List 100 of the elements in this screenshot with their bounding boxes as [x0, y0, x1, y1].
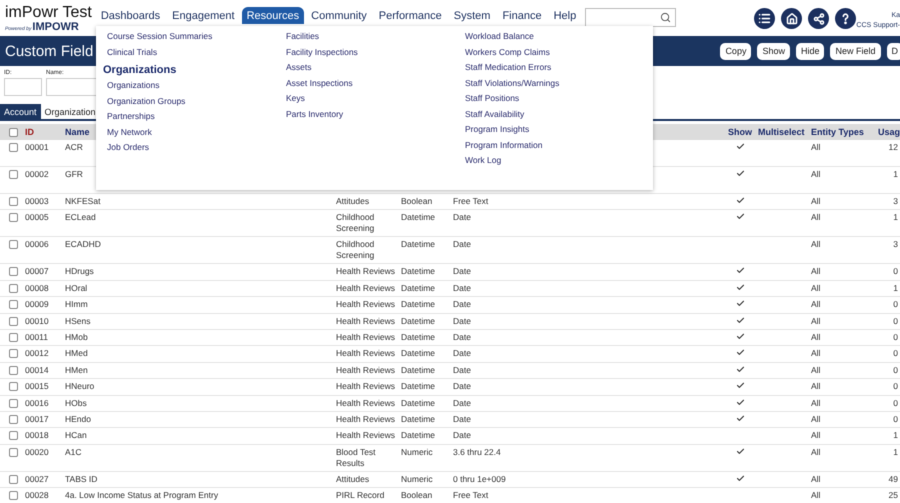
menu-item[interactable]: Workload Balance	[465, 29, 534, 44]
table-cell-text: Date	[452, 299, 471, 310]
row-checkbox[interactable]	[9, 332, 18, 342]
table-cell-text: 3	[892, 196, 899, 207]
column-header[interactable]: Show	[725, 127, 752, 137]
nav-menu-item[interactable]: Finance	[497, 7, 547, 24]
row-checkbox[interactable]	[9, 431, 18, 440]
table-cell-text: 00018	[24, 430, 49, 442]
column-header[interactable]: ID	[22, 127, 34, 137]
table-cell-text: 0	[892, 316, 899, 327]
table-cell-text: Health Reviews	[335, 364, 396, 376]
table-cell-text: All	[810, 474, 820, 485]
menu-item[interactable]: Assets	[286, 60, 312, 76]
menu-item[interactable]: Asset Inspections	[286, 76, 353, 91]
row-checkbox[interactable]	[9, 366, 18, 375]
menu-item[interactable]: Staff Violations/Warnings	[465, 76, 560, 91]
table-cell-text: 00020	[24, 446, 49, 458]
row-checkbox[interactable]	[9, 316, 18, 326]
row-checkbox[interactable]	[9, 349, 18, 358]
nav-menu-item[interactable]: Engagement	[167, 7, 240, 24]
table-cell-text: Date	[452, 381, 471, 392]
table-cell-text: 3.6 thru 22.4	[452, 446, 501, 458]
menu-item[interactable]: My Network	[107, 124, 152, 140]
table-cell-text: 1	[892, 446, 899, 458]
table-cell-text: 25	[888, 490, 899, 502]
nav-menu-item[interactable]: Help	[548, 7, 582, 24]
row-checkbox[interactable]	[9, 240, 18, 250]
nav-menu-item[interactable]: Community	[306, 7, 372, 24]
menu-item[interactable]: Staff Medication Errors	[465, 60, 552, 76]
menu-item[interactable]: Program Information	[465, 138, 542, 153]
row-checkbox[interactable]	[9, 491, 18, 500]
menu-item[interactable]: Workers Comp Claims	[465, 44, 550, 60]
menu-item[interactable]: Program Insights	[465, 122, 530, 138]
nav-menu-item[interactable]: System	[448, 7, 496, 24]
brand-logo: IMPOWR	[32, 22, 79, 33]
table-cell-text: Health Reviews	[335, 381, 396, 392]
table-cell-text: All	[810, 142, 820, 153]
table-cell-text: HCan	[64, 430, 87, 442]
filter-input[interactable]	[4, 78, 42, 96]
menu-item[interactable]: Parts Inventory	[286, 106, 344, 122]
menu-item[interactable]: Keys	[286, 91, 305, 106]
menu-item[interactable]: Facilities	[286, 29, 320, 44]
row-checkbox[interactable]	[9, 474, 18, 484]
row-checkbox[interactable]	[9, 300, 18, 310]
nav-menu-item[interactable]: Dashboards	[96, 7, 166, 24]
row-checkbox[interactable]	[9, 213, 18, 222]
menu-item[interactable]: Facility Inspections	[286, 44, 358, 60]
row-checkbox[interactable]	[9, 197, 18, 206]
row-checkbox[interactable]	[9, 398, 18, 408]
table-cell-text: Datetime	[400, 282, 436, 294]
toolbar-button[interactable]: Copy	[720, 42, 752, 60]
table-cell-text: 12	[888, 142, 899, 153]
table-cell-text: All	[810, 212, 820, 224]
toolbar-button[interactable]: New Field	[830, 42, 880, 60]
nav-menu-item[interactable]: Resources	[242, 7, 304, 24]
table-cell-text: Numeric	[400, 474, 433, 485]
column-header[interactable]: Entity Types	[808, 127, 864, 137]
column-header[interactable]: Usag	[875, 127, 900, 137]
menu-item[interactable]: Work Log	[465, 153, 502, 168]
home-icon[interactable]	[781, 8, 802, 29]
row-checkbox[interactable]	[9, 143, 18, 152]
table-cell-text: All	[810, 348, 820, 360]
table-cell-text: HObs	[64, 398, 87, 409]
toolbar-button[interactable]: D	[886, 42, 900, 60]
menu-item[interactable]: Organizations	[107, 78, 160, 94]
menu-item[interactable]: Organization Groups	[107, 94, 186, 109]
column-header[interactable]: Multiselect	[755, 127, 805, 137]
row-checkbox[interactable]	[9, 414, 18, 424]
share-icon[interactable]	[808, 8, 830, 29]
table-cell-text: Datetime	[400, 381, 436, 392]
table-cell-text: All	[810, 169, 820, 180]
table-cell-text: Date	[452, 332, 471, 343]
table-cell-text: Childhood Screening	[335, 212, 376, 234]
table-cell-text: Free Text	[452, 490, 488, 502]
row-checkbox[interactable]	[9, 284, 18, 293]
column-header[interactable]: Name	[62, 127, 90, 137]
table-cell-text: 00006	[24, 239, 49, 250]
toolbar-button[interactable]: Show	[757, 42, 790, 60]
table-cell-text: Datetime	[400, 239, 436, 250]
row-checkbox[interactable]	[9, 267, 18, 276]
table-cell-text: Health Reviews	[335, 282, 396, 294]
row-checkbox[interactable]	[9, 382, 18, 392]
select-all-checkbox[interactable]	[9, 128, 18, 136]
menu-item[interactable]: Staff Availability	[465, 106, 524, 122]
help-icon[interactable]	[835, 8, 856, 29]
menu-item[interactable]: Job Orders	[107, 140, 150, 156]
menu-item[interactable]: Course Session Summaries	[107, 29, 212, 44]
table-cell-text: Datetime	[400, 212, 436, 224]
table-cell-text: 0	[892, 332, 899, 343]
row-checkbox[interactable]	[9, 448, 18, 457]
nav-menu-item[interactable]: Performance	[374, 7, 447, 24]
toolbar-button[interactable]: Hide	[796, 42, 824, 60]
menu-item[interactable]: Partnerships	[107, 109, 155, 124]
list-icon[interactable]	[754, 8, 776, 29]
page-title: Custom Field	[5, 42, 94, 60]
tab[interactable]: Account	[0, 104, 41, 119]
table-cell-text: All	[810, 282, 820, 294]
menu-item[interactable]: Clinical Trials	[107, 44, 158, 60]
menu-item[interactable]: Staff Positions	[465, 91, 520, 106]
row-checkbox[interactable]	[9, 170, 18, 179]
